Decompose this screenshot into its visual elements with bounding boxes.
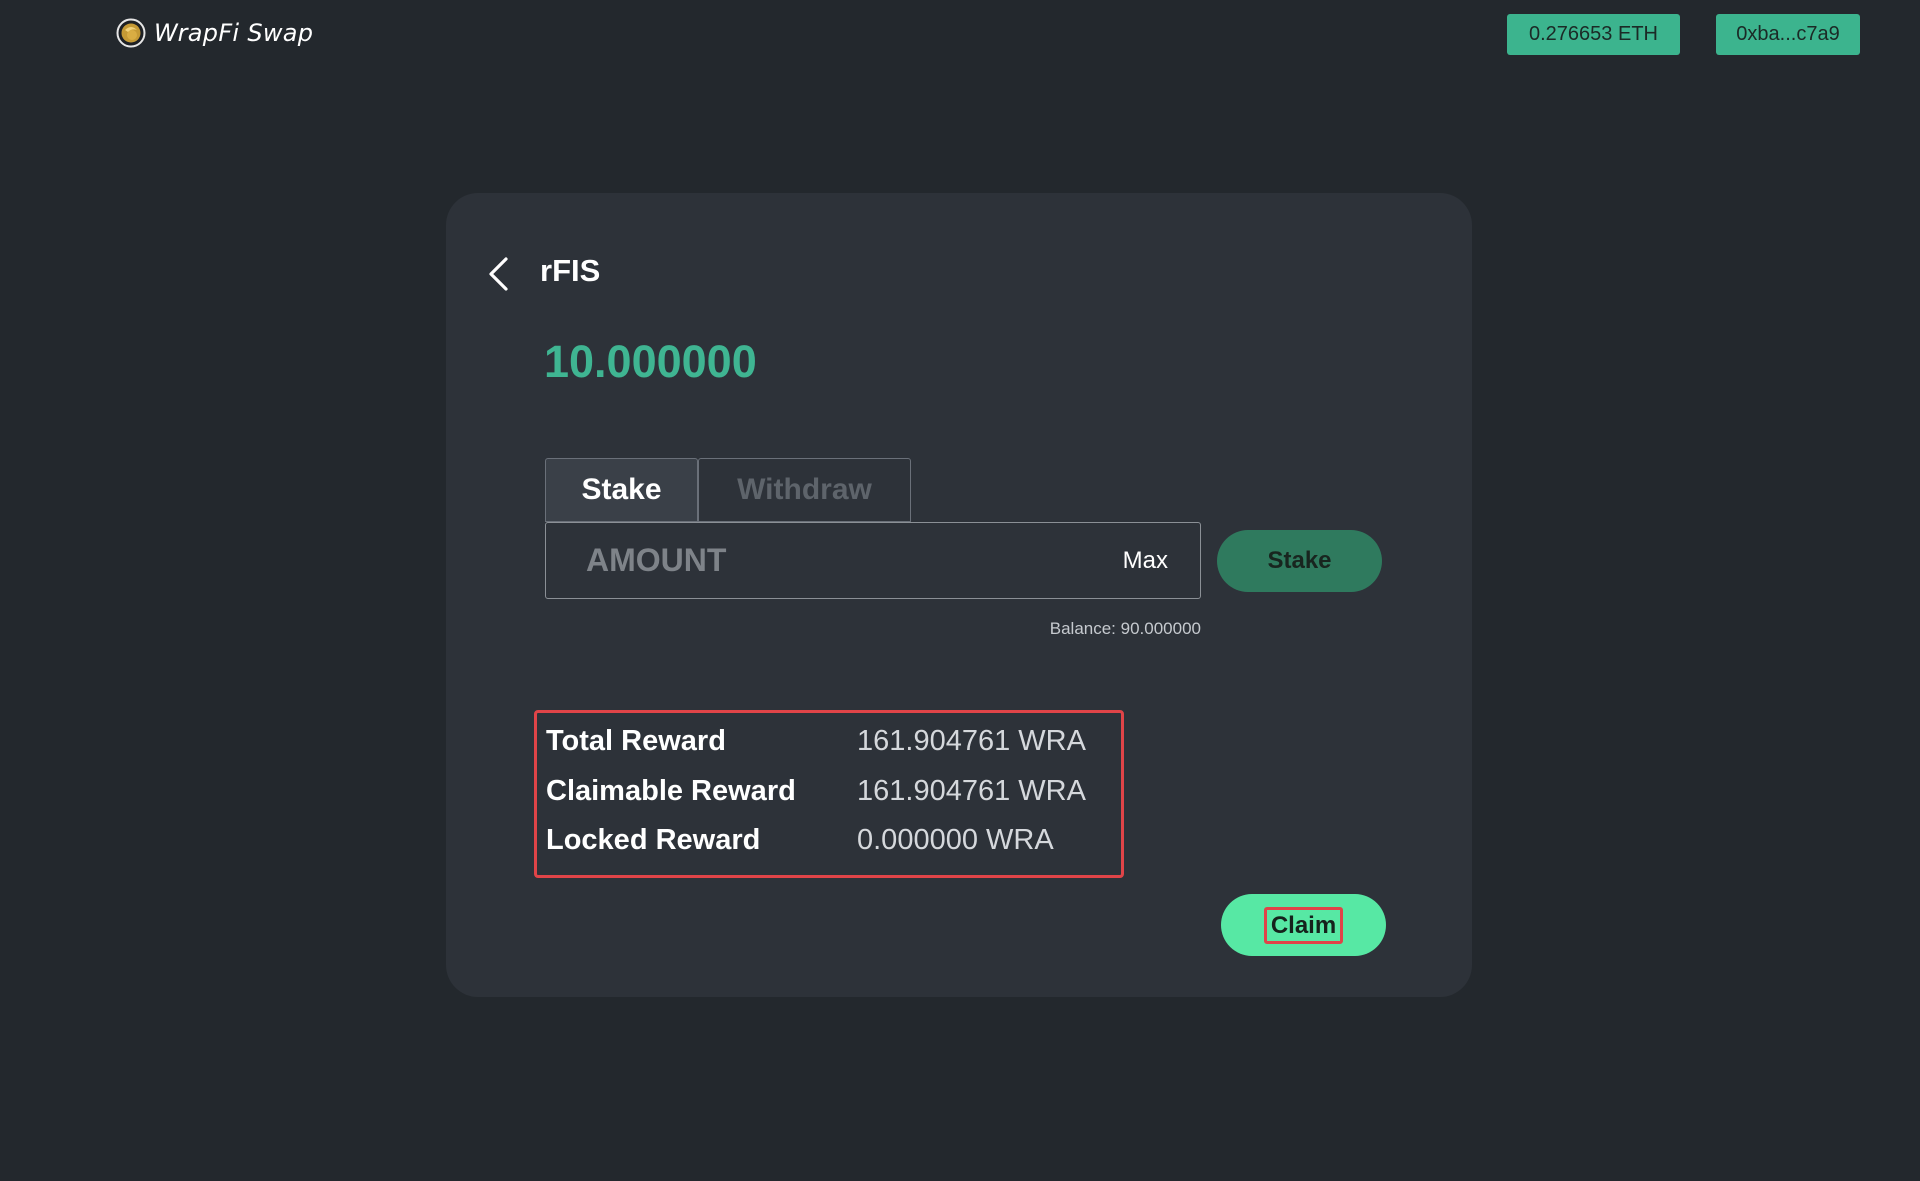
amount-field: Max [545, 522, 1201, 599]
stake-button[interactable]: Stake [1217, 530, 1382, 592]
reward-label: Total Reward [546, 725, 726, 757]
reward-row: Claimable Reward 161.904761 WRA [546, 775, 1086, 808]
eth-balance-button[interactable]: 0.276653 ETH [1507, 14, 1680, 55]
max-button[interactable]: Max [1117, 546, 1174, 576]
token-title: rFIS [540, 253, 601, 288]
rewards-panel: Total Reward 161.904761 WRA Claimable Re… [534, 710, 1124, 878]
coin-logo-icon [116, 18, 146, 48]
reward-row: Total Reward 161.904761 WRA [546, 725, 1086, 758]
reward-value: 161.904761 WRA [857, 775, 1086, 807]
reward-label: Claimable Reward [546, 775, 796, 807]
balance-text: Balance: 90.000000 [1049, 619, 1201, 638]
wallet-address-button[interactable]: 0xba...c7a9 [1716, 14, 1860, 55]
reward-value: 161.904761 WRA [857, 725, 1086, 757]
staked-amount: 10.000000 [544, 336, 757, 387]
brand-name: WrapFi Swap [154, 19, 314, 47]
reward-label: Locked Reward [546, 824, 761, 856]
reward-row: Locked Reward 0.000000 WRA [546, 824, 1054, 857]
stake-withdraw-tabs: Stake Withdraw [545, 458, 911, 522]
claim-button[interactable]: Claim [1221, 894, 1386, 956]
tab-stake[interactable]: Stake [545, 458, 698, 522]
chevron-left-icon[interactable] [486, 255, 512, 293]
brand[interactable]: WrapFi Swap [116, 18, 313, 48]
tab-withdraw[interactable]: Withdraw [698, 458, 911, 522]
claim-button-label: Claim [1263, 906, 1344, 944]
staking-card: rFIS 10.000000 Stake Withdraw Max Stake … [446, 193, 1472, 997]
reward-value: 0.000000 WRA [857, 824, 1054, 856]
amount-input[interactable] [546, 522, 1117, 599]
